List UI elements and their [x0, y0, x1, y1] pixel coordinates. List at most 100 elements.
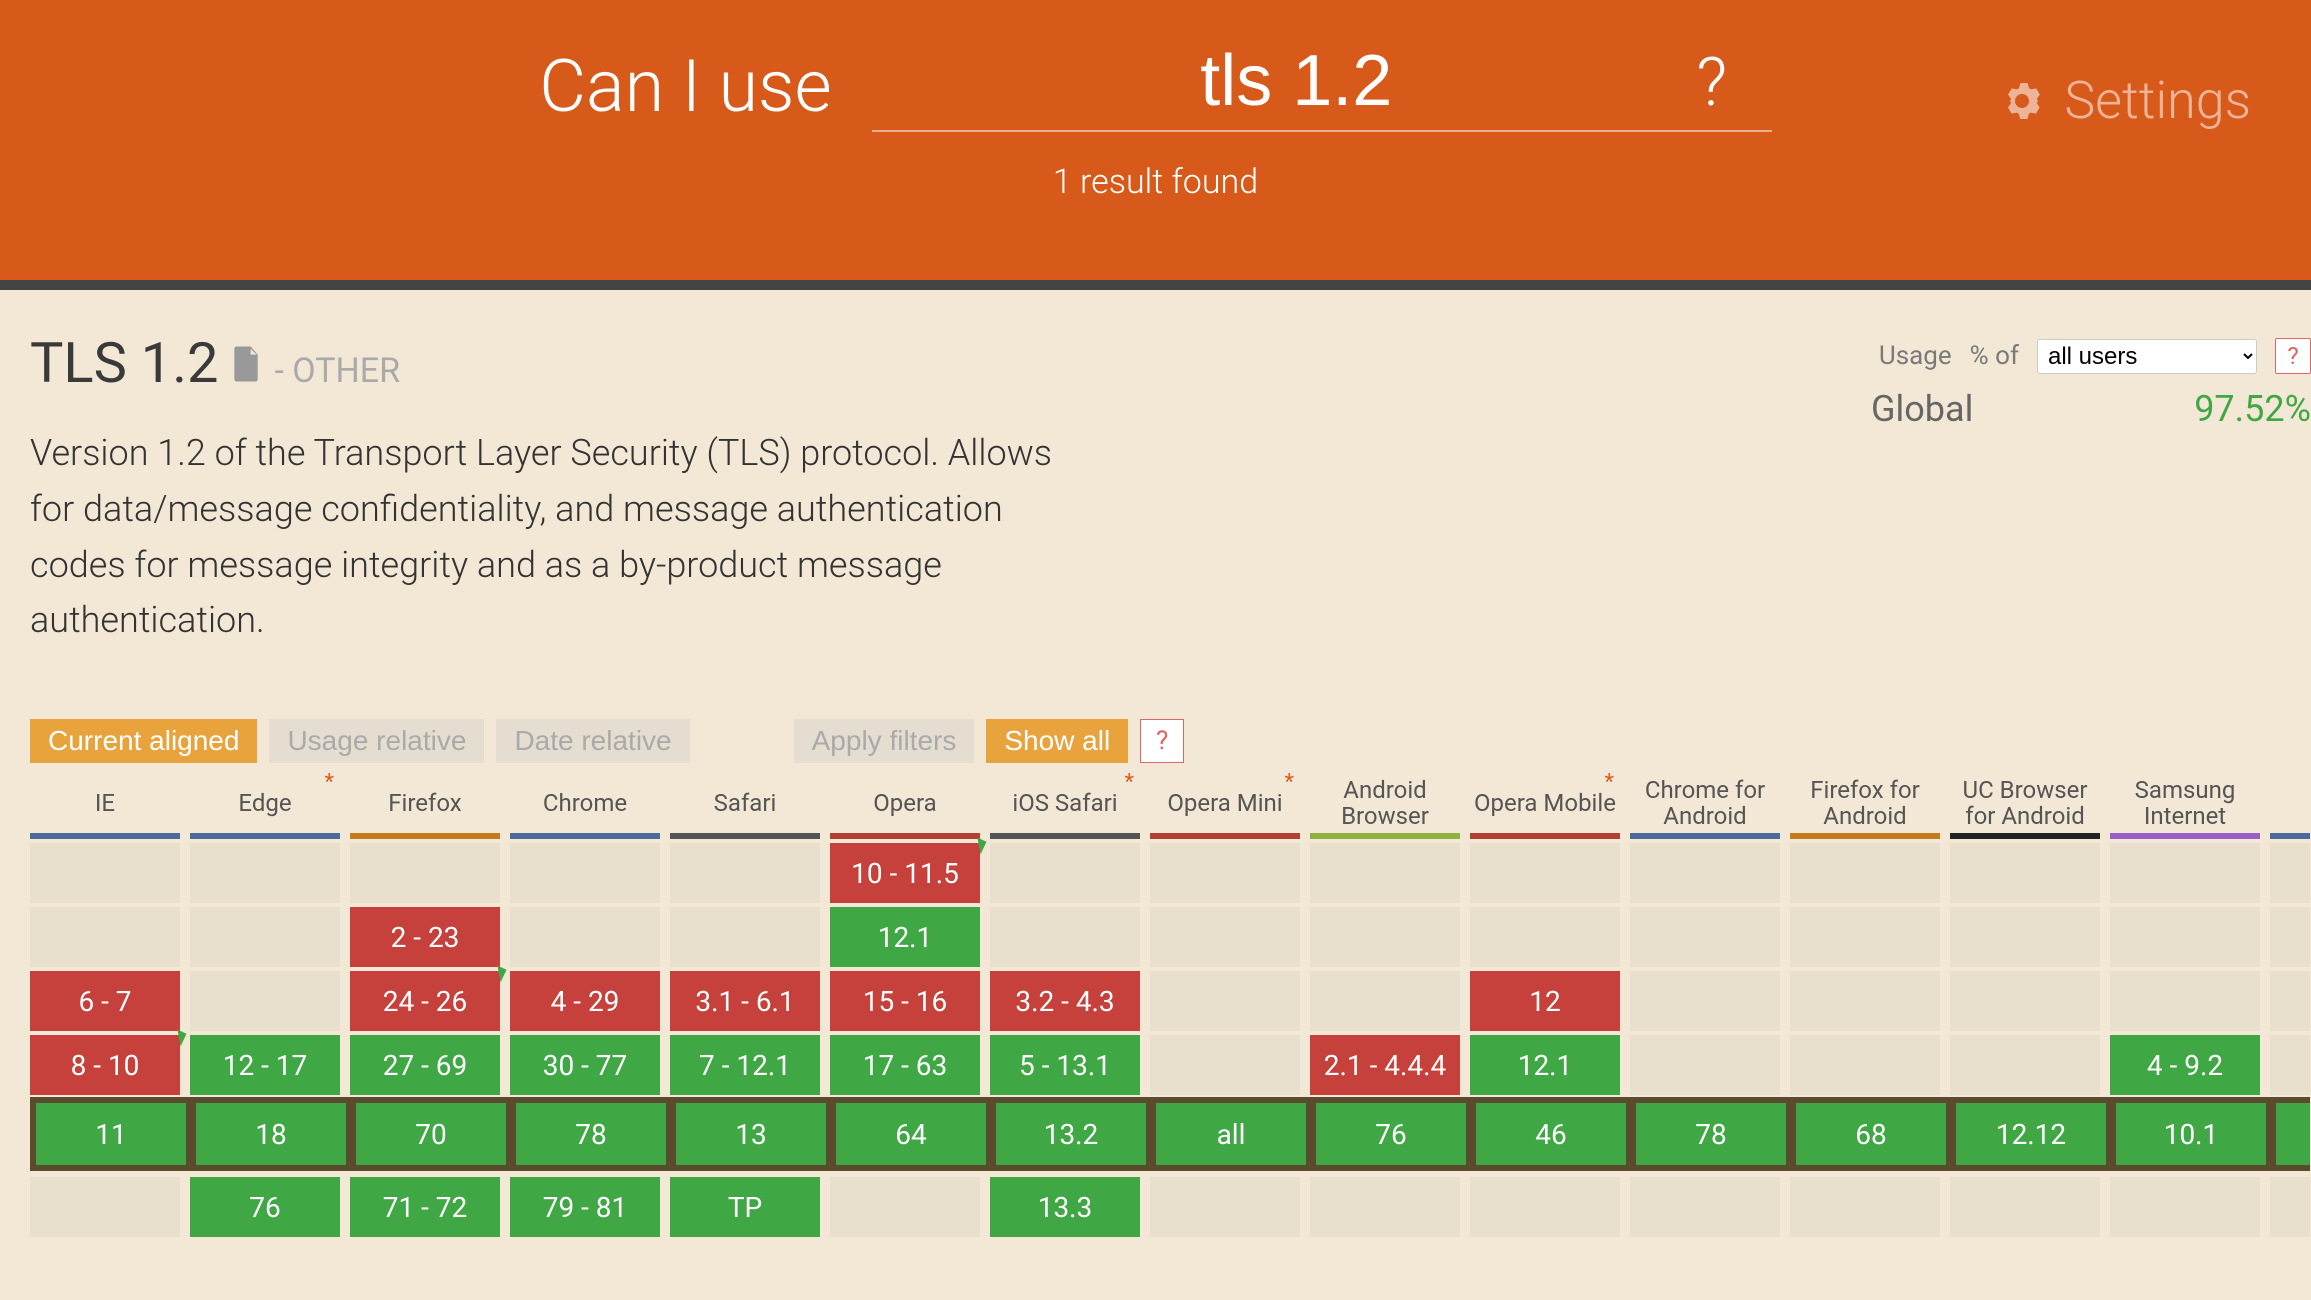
filter-help-icon[interactable]: ?	[1140, 719, 1184, 763]
document-icon	[232, 346, 260, 382]
version-cell[interactable]: 6 - 7	[30, 971, 180, 1031]
browser-header[interactable]: Chrome	[510, 773, 660, 833]
browser-header[interactable]: Firefox for Android	[1790, 773, 1940, 833]
version-cell	[1150, 1177, 1300, 1237]
browser-header[interactable]: Android Browser	[1310, 773, 1460, 833]
version-cell	[2110, 843, 2260, 903]
browser-header[interactable]: Safari	[670, 773, 820, 833]
version-cell[interactable]: 5 - 13.1	[990, 1035, 1140, 1095]
version-cell[interactable]: 12 - 17	[190, 1035, 340, 1095]
version-cell	[1950, 1177, 2100, 1237]
version-cell[interactable]: 15 - 16	[830, 971, 980, 1031]
version-cell[interactable]: 4 - 9.2	[2110, 1035, 2260, 1095]
current-version-cell[interactable]: 70	[356, 1103, 506, 1165]
version-cell	[30, 1177, 180, 1237]
current-version-cell[interactable]: 78	[1636, 1103, 1786, 1165]
version-cell[interactable]: 8 - 10	[30, 1035, 180, 1095]
version-cell	[2270, 907, 2310, 967]
usage-global-pct: 97.52%	[2194, 388, 2311, 430]
note-star-icon: *	[1125, 773, 1134, 795]
version-cell	[1470, 1177, 1620, 1237]
filter-row: Current aligned Usage relative Date rela…	[30, 719, 2281, 763]
browser-header[interactable]: Opera Mobile*	[1470, 773, 1620, 833]
settings-button[interactable]: Settings	[1998, 70, 2251, 131]
current-version-cell[interactable]: 64	[836, 1103, 986, 1165]
current-version-cell[interactable]: 13.2	[996, 1103, 1146, 1165]
version-cell	[1470, 907, 1620, 967]
result-count: 1 result found	[1053, 162, 1258, 202]
version-cell	[1150, 907, 1300, 967]
browser-header[interactable]: IE	[30, 773, 180, 833]
version-cell	[1310, 971, 1460, 1031]
browser-header[interactable]: Edge*	[190, 773, 340, 833]
current-version-cell[interactable]: all	[1156, 1103, 1306, 1165]
version-cell	[1630, 1177, 1780, 1237]
version-cell[interactable]: 12.1	[830, 907, 980, 967]
note-star-icon: *	[1605, 773, 1614, 795]
tab-date-relative[interactable]: Date relative	[496, 719, 689, 763]
current-version-cell[interactable]: 18	[196, 1103, 346, 1165]
current-version-cell[interactable]: 10.1	[2116, 1103, 2266, 1165]
version-cell	[190, 971, 340, 1031]
current-version-cell[interactable]: 13	[676, 1103, 826, 1165]
version-cell	[990, 907, 1140, 967]
version-cell[interactable]: 30 - 77	[510, 1035, 660, 1095]
version-cell[interactable]: 79 - 81	[510, 1177, 660, 1237]
header-divider	[0, 280, 2311, 290]
version-cell[interactable]: 10 - 11.5	[830, 843, 980, 903]
version-cell[interactable]: 13.3	[990, 1177, 1140, 1237]
feature-title: TLS 1.2	[30, 330, 218, 396]
current-version-cell[interactable]: 11	[36, 1103, 186, 1165]
current-version-cell[interactable]: 76	[1316, 1103, 1466, 1165]
browser-header[interactable]: Opera	[830, 773, 980, 833]
note-star-icon: *	[1285, 773, 1294, 795]
search-input[interactable]	[916, 40, 1676, 122]
tab-current-aligned[interactable]: Current aligned	[30, 719, 257, 763]
browser-header[interactable]: iOS Safari*	[990, 773, 1140, 833]
version-cell[interactable]: 2.1 - 4.4.4	[1310, 1035, 1460, 1095]
show-all-button[interactable]: Show all	[986, 719, 1128, 763]
version-cell[interactable]: 3.1 - 6.1	[670, 971, 820, 1031]
version-cell[interactable]: 76	[190, 1177, 340, 1237]
version-cell[interactable]: 71 - 72	[350, 1177, 500, 1237]
usage-help-icon[interactable]: ?	[2275, 338, 2311, 374]
version-cell[interactable]: 3.2 - 4.3	[990, 971, 1140, 1031]
site-title: Can I use	[539, 44, 832, 129]
version-cell	[1150, 971, 1300, 1031]
version-cell[interactable]: 12	[1470, 971, 1620, 1031]
version-cell[interactable]: 2 - 23	[350, 907, 500, 967]
browser-header[interactable]: UC Browser for Android	[1950, 773, 2100, 833]
apply-filters-button[interactable]: Apply filters	[794, 719, 975, 763]
feature-category: - OTHER	[274, 351, 400, 391]
version-cell[interactable]: 17 - 63	[830, 1035, 980, 1095]
version-cell	[670, 843, 820, 903]
version-cell[interactable]: 27 - 69	[350, 1035, 500, 1095]
version-cell	[2270, 1035, 2310, 1095]
current-version-cell[interactable]: 68	[1796, 1103, 1946, 1165]
usage-global-label: Global	[1871, 388, 1973, 430]
feature-description: Version 1.2 of the Transport Layer Secur…	[30, 426, 1090, 649]
browser-header[interactable]: Opera Mini*	[1150, 773, 1300, 833]
browser-header[interactable]: Q	[2270, 773, 2310, 833]
browser-header[interactable]: Firefox	[350, 773, 500, 833]
version-cell	[1630, 971, 1780, 1031]
current-version-cell[interactable]: 78	[516, 1103, 666, 1165]
version-cell[interactable]: TP	[670, 1177, 820, 1237]
settings-label: Settings	[2064, 70, 2251, 131]
search-help-icon[interactable]: ?	[1696, 42, 1727, 122]
version-cell[interactable]: 12.1	[1470, 1035, 1620, 1095]
usage-select[interactable]: all users	[2037, 339, 2257, 374]
version-cell[interactable]: 24 - 26	[350, 971, 500, 1031]
version-cell[interactable]: 7 - 12.1	[670, 1035, 820, 1095]
tab-usage-relative[interactable]: Usage relative	[269, 719, 484, 763]
version-cell	[1310, 1177, 1460, 1237]
current-version-cell[interactable]: 12.12	[1956, 1103, 2106, 1165]
version-cell	[1790, 971, 1940, 1031]
version-cell	[2270, 1177, 2310, 1237]
version-cell	[1150, 1035, 1300, 1095]
version-cell[interactable]: 4 - 29	[510, 971, 660, 1031]
current-version-cell[interactable]: 46	[1476, 1103, 1626, 1165]
browser-header[interactable]: Chrome for Android	[1630, 773, 1780, 833]
current-version-cell[interactable]	[2276, 1103, 2310, 1165]
browser-header[interactable]: Samsung Internet	[2110, 773, 2260, 833]
